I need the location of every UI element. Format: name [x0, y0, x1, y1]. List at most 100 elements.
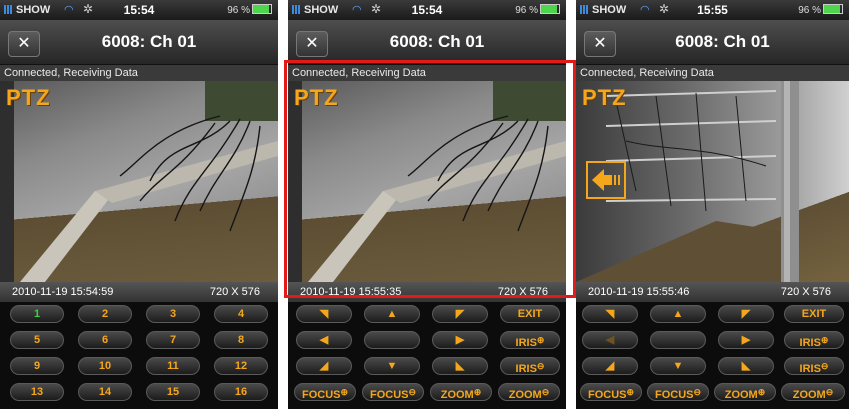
tilt-up-button[interactable]: ▲ — [650, 305, 706, 323]
minus-icon: ⊖ — [693, 387, 702, 397]
pan-direction-left-icon — [586, 161, 626, 199]
plus-icon: ⊕ — [340, 387, 349, 397]
channel-key-4[interactable]: 4 — [214, 305, 268, 323]
pan-left-button[interactable]: ◀ — [582, 331, 638, 349]
zoom-in-button[interactable]: ZOOM⊕ — [430, 383, 492, 401]
channel-key-6[interactable]: 6 — [78, 331, 132, 349]
status-bar: SHOW ◠ ✲ 15:55 96 % — [576, 0, 849, 20]
ptz-control-pad: ◥ ▲ ◤ EXIT ◀ ▶ IRIS⊕ ◢ ▼ ◣ IRIS⊖ FOCUS⊕ … — [576, 302, 849, 409]
iris-label: IRIS — [799, 363, 821, 375]
connection-status: Connected, Receiving Data — [576, 65, 849, 81]
pan-up-left-button[interactable]: ◥ — [296, 305, 352, 323]
camera-video-view[interactable]: PTZ — [576, 81, 849, 282]
video-info-bar: 2010-11-19 15:55:46 720 X 576 — [576, 282, 849, 302]
phone-screen-1: SHOW ◠ ✲ 15:54 96 % ✕ 6008: Ch 01 Connec… — [0, 0, 278, 409]
tilt-down-button[interactable]: ▼ — [650, 357, 706, 375]
channel-key-7[interactable]: 7 — [146, 331, 200, 349]
battery-indicator: 96 % — [515, 4, 560, 16]
iris-label: IRIS — [515, 337, 537, 349]
focus-near-button[interactable]: FOCUS⊕ — [580, 383, 642, 401]
plus-icon: ⊕ — [626, 387, 635, 397]
iris-open-button[interactable]: IRIS⊕ — [784, 331, 844, 349]
video-timestamp: 2010-11-19 15:54:59 — [12, 286, 114, 298]
ptz-center-button[interactable] — [650, 331, 706, 349]
iris-close-button[interactable]: IRIS⊖ — [784, 357, 844, 375]
zoom-label: ZOOM — [792, 389, 826, 401]
channel-key-8[interactable]: 8 — [214, 331, 268, 349]
channel-key-3[interactable]: 3 — [146, 305, 200, 323]
channel-key-2[interactable]: 2 — [78, 305, 132, 323]
pan-down-right-button[interactable]: ◣ — [718, 357, 774, 375]
page-title: 6008: Ch 01 — [389, 32, 485, 51]
phone-screen-3: SHOW ◠ ✲ 15:55 96 % ✕ 6008: Ch 01 Connec… — [576, 0, 849, 409]
video-resolution: 720 X 576 — [780, 286, 831, 298]
pan-up-left-button[interactable]: ◥ — [582, 305, 638, 323]
exit-ptz-button[interactable]: EXIT — [784, 305, 844, 323]
channel-key-13[interactable]: 13 — [10, 383, 64, 401]
battery-icon — [252, 4, 272, 14]
channel-key-11[interactable]: 11 — [146, 357, 200, 375]
channel-key-1[interactable]: 1 — [10, 305, 64, 323]
ptz-center-button[interactable] — [364, 331, 420, 349]
battery-indicator: 96 % — [227, 4, 272, 16]
video-info-bar: 2010-11-19 15:54:59 720 X 576 — [0, 282, 278, 302]
status-bar: SHOW ◠ ✲ 15:54 96 % — [288, 0, 566, 20]
camera-video-view[interactable]: PTZ — [0, 81, 278, 282]
focus-far-button[interactable]: FOCUS⊖ — [362, 383, 424, 401]
iris-label: IRIS — [515, 363, 537, 375]
focus-label: FOCUS — [654, 389, 694, 401]
focus-label: FOCUS — [587, 389, 627, 401]
zoom-label: ZOOM — [440, 389, 474, 401]
channel-key-10[interactable]: 10 — [78, 357, 132, 375]
channel-key-16[interactable]: 16 — [214, 383, 268, 401]
pan-left-button[interactable]: ◀ — [296, 331, 352, 349]
focus-label: FOCUS — [301, 389, 341, 401]
pan-up-right-button[interactable]: ◤ — [432, 305, 488, 323]
minus-icon: ⊖ — [825, 387, 834, 397]
page-title: 6008: Ch 01 — [675, 32, 770, 51]
focus-label: FOCUS — [369, 389, 409, 401]
channel-key-14[interactable]: 14 — [78, 383, 132, 401]
plus-icon: ⊕ — [820, 335, 829, 345]
video-timestamp: 2010-11-19 15:55:46 — [588, 286, 690, 298]
battery-indicator: 96 % — [798, 4, 843, 16]
pan-down-right-button[interactable]: ◣ — [432, 357, 488, 375]
video-resolution: 720 X 576 — [209, 286, 260, 298]
battery-icon — [540, 4, 560, 14]
iris-label: IRIS — [799, 337, 821, 349]
iris-open-button[interactable]: IRIS⊕ — [500, 331, 560, 349]
highlight-frame — [284, 60, 576, 298]
plus-icon: ⊕ — [536, 335, 545, 345]
pan-up-right-button[interactable]: ◤ — [718, 305, 774, 323]
tilt-up-button[interactable]: ▲ — [364, 305, 420, 323]
plus-icon: ⊕ — [473, 387, 482, 397]
focus-near-button[interactable]: FOCUS⊕ — [294, 383, 356, 401]
tilt-down-button[interactable]: ▼ — [364, 357, 420, 375]
status-bar: SHOW ◠ ✲ 15:54 96 % — [0, 0, 278, 20]
channel-key-5[interactable]: 5 — [10, 331, 64, 349]
channel-key-15[interactable]: 15 — [146, 383, 200, 401]
channel-key-9[interactable]: 9 — [10, 357, 64, 375]
battery-percent: 96 % — [515, 5, 538, 16]
pan-down-left-button[interactable]: ◢ — [296, 357, 352, 375]
focus-far-button[interactable]: FOCUS⊖ — [647, 383, 709, 401]
pan-right-button[interactable]: ▶ — [718, 331, 774, 349]
zoom-out-button[interactable]: ZOOM⊖ — [498, 383, 560, 401]
minus-icon: ⊖ — [820, 361, 829, 371]
zoom-out-button[interactable]: ZOOM⊖ — [781, 383, 845, 401]
exit-ptz-button[interactable]: EXIT — [500, 305, 560, 323]
page-title: 6008: Ch 01 — [101, 32, 197, 51]
minus-icon: ⊖ — [536, 361, 545, 371]
channel-key-12[interactable]: 12 — [214, 357, 268, 375]
zoom-label: ZOOM — [724, 389, 758, 401]
iris-close-button[interactable]: IRIS⊖ — [500, 357, 560, 375]
pan-down-left-button[interactable]: ◢ — [582, 357, 638, 375]
title-bar: ✕ 6008: Ch 01 — [576, 20, 849, 65]
ptz-control-pad: ◥ ▲ ◤ EXIT ◀ ▶ IRIS⊕ ◢ ▼ ◣ IRIS⊖ FOCUS⊕ … — [288, 302, 566, 409]
zoom-label: ZOOM — [508, 389, 542, 401]
connection-status: Connected, Receiving Data — [0, 65, 278, 81]
ptz-overlay-label: PTZ — [582, 85, 627, 110]
zoom-in-button[interactable]: ZOOM⊕ — [714, 383, 776, 401]
ptz-overlay-label: PTZ — [6, 85, 51, 110]
pan-right-button[interactable]: ▶ — [432, 331, 488, 349]
